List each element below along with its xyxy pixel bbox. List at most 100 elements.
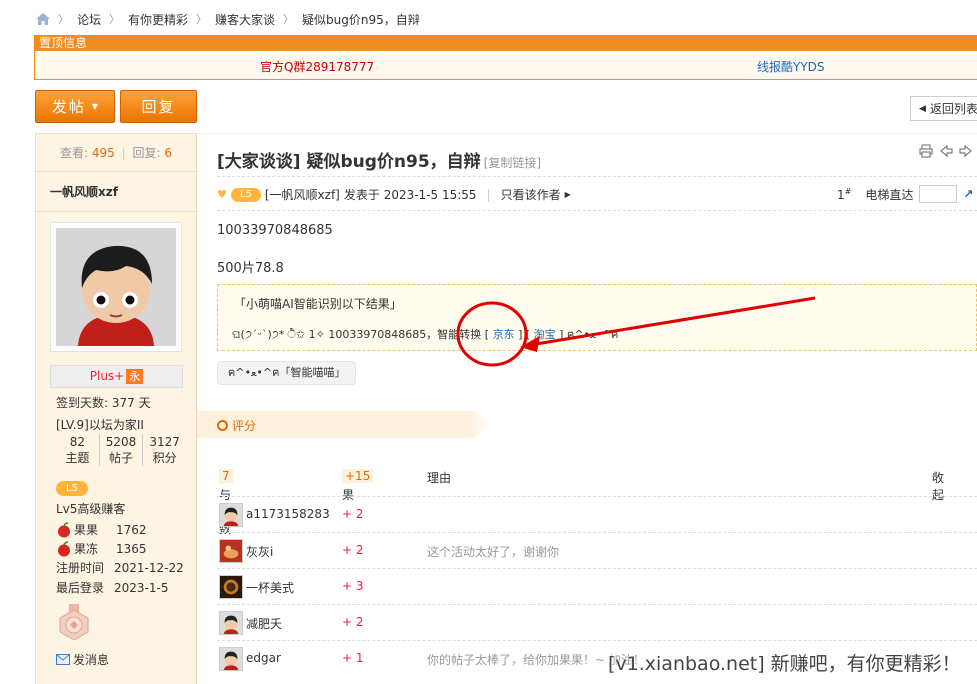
level-title[interactable]: [LV.9]以坛为家II <box>56 416 144 433</box>
rater-name[interactable]: 减肥夭 <box>246 615 282 632</box>
user-rank: Lv5高级赚客 <box>56 502 126 516</box>
reply-label: 回复 <box>141 98 176 116</box>
print-icon[interactable] <box>919 144 933 158</box>
jd-link[interactable]: 京东 <box>493 328 515 341</box>
stat-number: 3127 <box>149 435 180 449</box>
send-message-link[interactable]: 发消息 <box>56 651 109 668</box>
sign-days: 签到天数: 377 天 <box>56 396 151 410</box>
field-value: 1365 <box>116 541 147 556</box>
field-value: 2021-12-22 <box>114 560 184 575</box>
taobao-link[interactable]: 淘宝 <box>534 328 556 341</box>
ai-result-text: ଘ(੭ˊᵕˋ)੭* ੈ✩ 1✧ 10033970848685，智能转换 [ <box>232 328 493 341</box>
rating-header: 参与人数 7 果果 +15 理由 收起 ▲ <box>219 469 945 536</box>
rater-score: + 2 <box>342 543 364 557</box>
stat-threads[interactable]: 82 主题 <box>56 434 100 466</box>
new-post-label: 发帖 <box>51 98 86 116</box>
home-icon[interactable] <box>36 13 50 25</box>
lv-badge-icon: ♥ <box>217 188 227 201</box>
floor-jump-go-icon[interactable]: ↗ <box>963 187 973 201</box>
views-label: 查看: <box>60 146 89 160</box>
user-stats: 82 主题 5208 帖子 3127 积分 <box>56 434 186 466</box>
thread-title-text: [大家谈谈] 疑似bug价n95，自辩 <box>217 152 481 172</box>
stat-label: 主题 <box>65 451 90 465</box>
stat-posts[interactable]: 5208 帖子 <box>100 434 144 466</box>
rater-score: + 2 <box>342 507 364 521</box>
rater-score: + 1 <box>342 651 364 665</box>
field-key: 最后登录 <box>56 581 105 595</box>
post-time: 发表于 2023-1-5 15:55 <box>343 188 477 202</box>
rating-label: 评分 <box>217 417 256 434</box>
divider <box>217 210 977 211</box>
breadcrumb-board[interactable]: 赚客大家谈 <box>215 11 275 28</box>
floor-navigation: 1# 电梯直达 ↗ <box>837 185 973 203</box>
ai-result-text: ] [ <box>514 328 534 341</box>
sticky-header: 置顶信息 <box>35 36 977 51</box>
rater-name[interactable]: a1173158283 <box>246 507 330 521</box>
post-content-line: 500片78.8 <box>217 261 284 276</box>
stat-points[interactable]: 3127 积分 <box>143 434 186 466</box>
avatar-image <box>56 228 176 346</box>
author-sidebar: 查看: 495 | 回复: 6 一帆风顺xzf Plus+ 永 签到天数: 377… <box>35 133 197 684</box>
replies-label: 回复: <box>132 146 161 160</box>
breadcrumb-separator: 〉 <box>283 13 295 26</box>
post-content-line: 10033970848685 <box>217 223 333 238</box>
divider: | <box>121 146 126 160</box>
floor-number: 1# <box>837 186 852 202</box>
rater-avatar[interactable] <box>219 539 243 563</box>
floor-jump-input[interactable] <box>919 185 958 203</box>
copy-link-button[interactable]: [复制链接] <box>484 156 541 170</box>
post-meta: ♥ L5 [一帆风顺xzf] 发表于 2023-1-5 15:55 | 只看该作… <box>217 186 571 203</box>
author-name[interactable]: 一帆风顺xzf <box>36 172 196 212</box>
medal-icon[interactable] <box>56 604 92 640</box>
back-to-list-label: 返回列表 <box>929 102 977 116</box>
breadcrumb-section[interactable]: 有你更精彩 <box>128 11 188 28</box>
views-count: 495 <box>91 146 115 160</box>
stat-label: 帖子 <box>109 451 134 465</box>
field-key: 果果 <box>74 523 99 537</box>
field-value: 2023-1-5 <box>114 580 169 595</box>
rater-avatar[interactable] <box>219 575 243 599</box>
avatar[interactable] <box>50 222 182 352</box>
only-author-link[interactable]: 只看该作者 <box>501 186 561 203</box>
smart-tag[interactable]: ฅ^•ﻌ•^ฅ「智能喵喵」 <box>217 361 357 385</box>
chevron-left-icon: ◀ <box>919 103 926 114</box>
breadcrumb-separator: 〉 <box>196 13 208 26</box>
sticky-link-xianbaoku[interactable]: 线报酷YYDS <box>757 58 825 75</box>
rater-score: + 2 <box>342 615 364 629</box>
replies-count: 6 <box>164 146 172 160</box>
breadcrumb-forum[interactable]: 论坛 <box>77 11 101 28</box>
field-key: 注册时间 <box>56 561 105 575</box>
thread-title: [大家谈谈] 疑似bug价n95，自辩 [复制链接] <box>217 147 541 172</box>
ai-result-text: ] ฅ^•ﻌ•^ฅ <box>555 328 619 341</box>
new-post-button[interactable]: 发帖 ▼ <box>35 90 115 123</box>
rater-name[interactable]: edgar <box>246 651 281 665</box>
level-badge: L5 <box>56 481 88 496</box>
reply-button[interactable]: 回复 <box>120 90 197 123</box>
apple-icon <box>58 540 70 556</box>
plus-membership-badge: Plus+ 永 <box>50 365 183 388</box>
post-author-link[interactable]: [一帆风顺xzf] <box>265 186 340 203</box>
rating-label-text: 评分 <box>232 419 257 433</box>
breadcrumb-thread[interactable]: 疑似bug价n95，自辩 <box>302 11 420 28</box>
rater-name[interactable]: 灰灰i <box>246 543 273 560</box>
field-last-login: 最后登录 2023-1-5 <box>56 579 168 596</box>
rater-avatar[interactable] <box>219 611 243 635</box>
rating-row: a1173158283 + 2 <box>217 496 977 532</box>
rater-name[interactable]: 一杯美式 <box>246 579 294 596</box>
sticky-link-qq-group[interactable]: 官方Q群289178777 <box>260 58 374 75</box>
back-to-list-button[interactable]: ◀ 返回列表 <box>910 96 977 121</box>
divider: | <box>486 187 491 202</box>
breadcrumb: 〉 论坛 〉 有你更精彩 〉 赚客大家谈 〉 疑似bug价n95，自辩 <box>36 10 420 28</box>
divider <box>217 176 977 177</box>
prev-thread-icon[interactable] <box>939 144 953 158</box>
chevron-down-icon: ▼ <box>91 102 99 111</box>
post-main: [大家谈谈] 疑似bug价n95，自辩 [复制链接] ♥ L5 [一帆风顺xzf]… <box>197 133 977 684</box>
next-thread-icon[interactable] <box>959 144 973 158</box>
thread-tools <box>919 144 973 158</box>
rater-avatar[interactable] <box>219 647 243 671</box>
field-guodong: 果冻 1365 <box>56 540 147 557</box>
field-register-time: 注册时间 2021-12-22 <box>56 559 184 576</box>
rating-row: 灰灰i + 2 这个活动太好了，谢谢你 <box>217 532 977 568</box>
rater-avatar[interactable] <box>219 503 243 527</box>
ai-box-title: 「小萌喵AI智能识别以下结果」 <box>234 297 402 311</box>
